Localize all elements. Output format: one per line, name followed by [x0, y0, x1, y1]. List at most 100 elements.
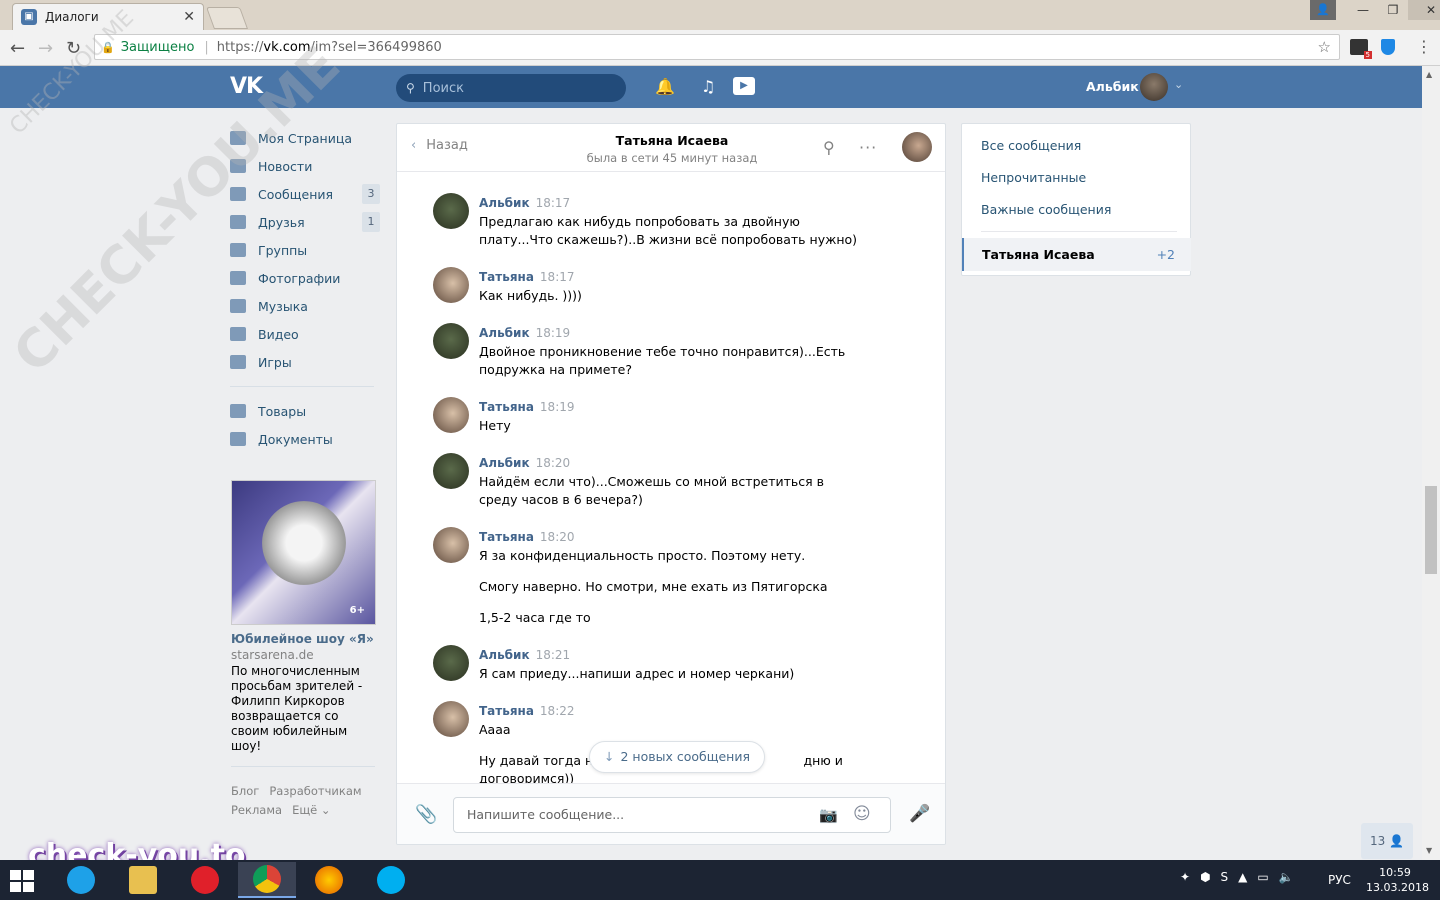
chat-panel: ‹ Назад Татьяна Исаева была в сети 45 мин… [396, 123, 946, 845]
sidebar-item-my-page[interactable]: Моя Страница [230, 124, 380, 152]
taskbar-clock[interactable]: 10:59 13.03.2018 [1366, 865, 1429, 895]
message-history[interactable]: Альбик 18:17 Предлагаю как нибудь попробо… [397, 173, 945, 783]
browser-menu-icon[interactable]: ⋮ [1416, 37, 1432, 56]
chat-search-icon[interactable]: ⚲ [823, 138, 835, 157]
message-author[interactable]: Альбик [479, 326, 530, 340]
tray-app-icon[interactable]: ✦ [1180, 870, 1190, 884]
taskbar-opera-icon[interactable] [176, 862, 234, 898]
chat-partner-avatar[interactable] [902, 132, 932, 162]
avatar[interactable] [433, 453, 469, 489]
back-arrow-icon[interactable]: ← [10, 38, 25, 59]
footer-link-blog[interactable]: Блог [231, 784, 259, 798]
scroll-down-icon[interactable]: ▼ [1426, 846, 1432, 855]
avatar[interactable] [433, 527, 469, 563]
vk-logo[interactable]: VK [230, 74, 263, 99]
message-author[interactable]: Татьяна [479, 270, 534, 284]
page-scrollbar[interactable]: ▲ ▼ [1422, 66, 1440, 860]
windows-start-icon[interactable] [10, 870, 36, 892]
sidebar-item-friends[interactable]: Друзья 1 [230, 208, 380, 236]
message-time[interactable]: 18:21 [536, 648, 571, 662]
sidebar-item-games[interactable]: Игры [230, 348, 380, 376]
profile-icon[interactable]: 👤 [1310, 0, 1336, 20]
taskbar-explorer-icon[interactable] [114, 862, 172, 898]
message-time[interactable]: 18:19 [540, 400, 575, 414]
avatar[interactable] [433, 323, 469, 359]
ad-title[interactable]: Юбилейное шоу «Я» [231, 632, 376, 646]
tray-security-icon[interactable]: ⬢ [1200, 870, 1210, 884]
taskbar-skype-icon[interactable] [362, 862, 420, 898]
avatar[interactable] [433, 397, 469, 433]
taskbar-firefox-icon[interactable] [300, 862, 358, 898]
message-time[interactable]: 18:22 [540, 704, 575, 718]
footer-link-ads[interactable]: Реклама [231, 803, 282, 817]
sidebar-item-news[interactable]: Новости [230, 152, 380, 180]
minimize-icon[interactable]: — [1348, 0, 1378, 20]
message-time[interactable]: 18:17 [536, 196, 571, 210]
sidebar-item-documents[interactable]: Документы [230, 425, 380, 453]
camera-icon[interactable]: 📷 [819, 806, 838, 824]
avatar[interactable] [433, 645, 469, 681]
ad-image[interactable]: 6+ [231, 480, 376, 625]
sidebar-item-groups[interactable]: Группы [230, 236, 380, 264]
sidebar-item-photos[interactable]: Фотографии [230, 264, 380, 292]
emoji-icon[interactable]: ☺ [853, 804, 871, 824]
bookmark-star-icon[interactable]: ☆ [1318, 38, 1331, 56]
new-messages-button[interactable]: ↓ 2 новых сообщения [589, 741, 765, 773]
search-input[interactable]: ⚲ Поиск [396, 74, 626, 102]
message-author[interactable]: Татьяна [479, 704, 534, 718]
message-time[interactable]: 18:20 [536, 456, 571, 470]
message-author[interactable]: Татьяна [479, 530, 534, 544]
message-author[interactable]: Альбик [479, 456, 530, 470]
scroll-up-icon[interactable]: ▲ [1426, 70, 1432, 79]
sidebar-item-goods[interactable]: Товары [230, 397, 380, 425]
sidebar-item-messages[interactable]: Сообщения 3 [230, 180, 380, 208]
header-user-name[interactable]: Альбик [1086, 79, 1139, 94]
new-tab-button[interactable] [205, 7, 249, 29]
message-author[interactable]: Альбик [479, 196, 530, 210]
avatar[interactable] [433, 701, 469, 737]
sidebar-item-label: Группы [258, 242, 308, 258]
message-time[interactable]: 18:17 [540, 270, 575, 284]
notifications-bell-icon[interactable]: 🔔 [655, 77, 675, 96]
paperclip-icon[interactable]: 📎 [415, 804, 437, 825]
advertisement[interactable]: 6+ Юбилейное шоу «Я» starsarena.de По мн… [231, 480, 376, 767]
tray-expand-icon[interactable]: ▲ [1238, 870, 1247, 884]
message-time[interactable]: 18:19 [536, 326, 571, 340]
language-indicator[interactable]: РУС [1328, 873, 1351, 887]
filter-unread[interactable]: Непрочитанные [981, 170, 1086, 185]
video-play-icon[interactable]: ▶ [733, 77, 755, 95]
taskbar-ie-icon[interactable] [52, 862, 110, 898]
filter-all-messages[interactable]: Все сообщения [981, 138, 1081, 153]
footer-link-more[interactable]: Ещё ⌄ [292, 803, 330, 817]
tray-volume-icon[interactable]: 🔈 [1279, 870, 1294, 884]
tray-skype-icon[interactable]: S [1221, 870, 1229, 884]
music-icon[interactable]: ♫ [701, 77, 715, 96]
message-author[interactable]: Альбик [479, 648, 530, 662]
header-avatar[interactable] [1140, 73, 1168, 101]
tab-close-icon[interactable]: ✕ [183, 9, 195, 25]
avatar[interactable] [433, 267, 469, 303]
maximize-icon[interactable]: ❐ [1378, 0, 1408, 20]
forward-arrow-icon[interactable]: → [38, 38, 53, 59]
active-dialog-item[interactable]: Татьяна Исаева +2 [962, 238, 1191, 271]
extension-icon[interactable]: 5 [1350, 39, 1372, 59]
message-time[interactable]: 18:20 [540, 530, 575, 544]
url-bar[interactable]: 🔒 Защищено | https://vk.com/im?sel=36649… [94, 34, 1340, 60]
avatar[interactable] [433, 193, 469, 229]
shield-extension-icon[interactable] [1381, 39, 1395, 55]
windows-taskbar: ✦ ⬢ S ▲ ▭ 🔈 РУС 10:59 13.03.2018 [0, 860, 1440, 900]
more-options-icon[interactable]: ··· [859, 138, 877, 157]
sidebar-item-video[interactable]: Видео [230, 320, 380, 348]
friends-online-button[interactable]: 13 👤 [1361, 823, 1413, 859]
taskbar-chrome-icon[interactable] [238, 862, 296, 898]
message-author[interactable]: Татьяна [479, 400, 534, 414]
sidebar-item-music[interactable]: Музыка [230, 292, 380, 320]
filter-important[interactable]: Важные сообщения [981, 202, 1111, 217]
window-close-icon[interactable]: ✕ [1408, 0, 1440, 20]
ad-site[interactable]: starsarena.de [231, 648, 376, 662]
chevron-down-icon[interactable]: ⌄ [1174, 78, 1183, 91]
scrollbar-thumb[interactable] [1425, 486, 1437, 574]
microphone-icon[interactable]: 🎤 [909, 804, 930, 824]
footer-link-developers[interactable]: Разработчикам [269, 784, 361, 798]
tray-network-icon[interactable]: ▭ [1257, 870, 1268, 884]
